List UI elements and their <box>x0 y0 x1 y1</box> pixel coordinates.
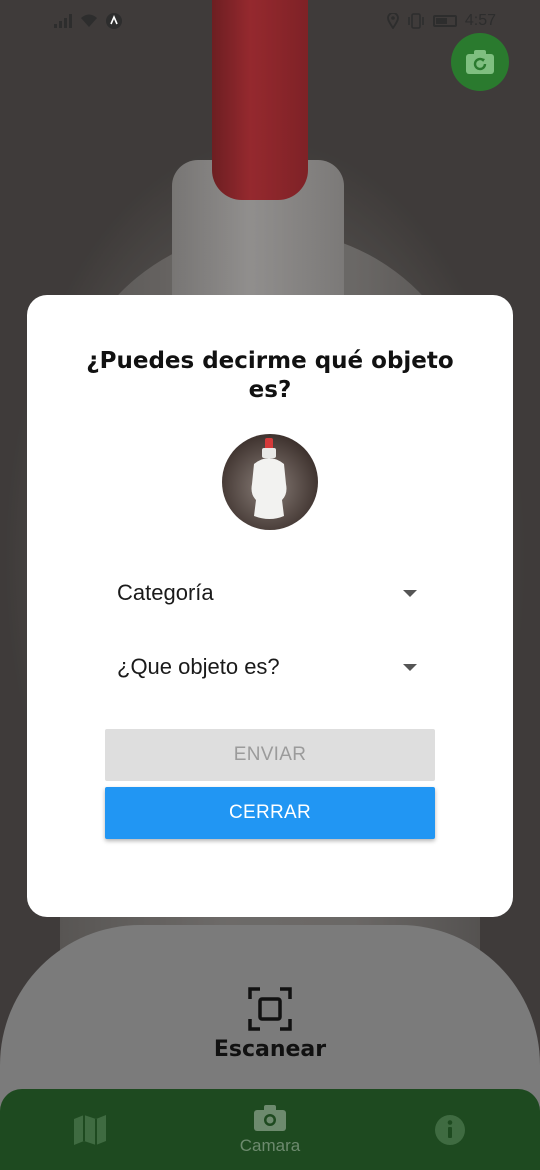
status-time: 4:57 <box>464 12 496 29</box>
signal-icon <box>54 14 72 28</box>
chevron-down-icon <box>403 663 417 671</box>
category-dropdown-value: Categoría <box>117 580 214 605</box>
scan-button[interactable] <box>248 987 292 1031</box>
nav-item-camera[interactable]: Camara <box>220 1089 320 1170</box>
battery-icon <box>432 15 457 27</box>
camera-icon <box>254 1104 286 1131</box>
app-notification-icon <box>106 13 122 29</box>
object-thumbnail <box>222 434 318 530</box>
location-icon <box>386 13 399 29</box>
nav-item-info[interactable] <box>428 1089 472 1170</box>
wifi-icon <box>81 14 97 27</box>
scan-label: Escanear <box>213 1037 327 1062</box>
nav-item-map[interactable] <box>60 1089 120 1170</box>
bottom-navigation: Camara <box>0 1089 540 1170</box>
camera-switch-icon <box>466 50 494 74</box>
scan-frame-icon <box>248 987 292 1031</box>
switch-camera-button[interactable] <box>451 33 509 91</box>
send-button[interactable]: ENVIAR <box>105 729 435 781</box>
object-dropdown[interactable]: ¿Que objeto es? <box>117 647 417 687</box>
category-dropdown[interactable]: Categoría <box>117 573 417 613</box>
identify-object-dialog: ¿Puedes decirme qué objeto es? Categoría… <box>27 295 513 917</box>
close-button[interactable]: CERRAR <box>105 787 435 839</box>
status-bar: 4:57 <box>0 0 540 42</box>
chevron-down-icon <box>403 589 417 597</box>
map-icon <box>74 1114 106 1145</box>
info-icon <box>435 1114 465 1145</box>
object-dropdown-value: ¿Que objeto es? <box>117 654 280 679</box>
nav-item-camera-label: Camara <box>239 1135 301 1155</box>
dialog-title: ¿Puedes decirme qué objeto es? <box>86 348 454 403</box>
bottle-image <box>251 438 287 519</box>
vibrate-icon <box>408 13 424 29</box>
